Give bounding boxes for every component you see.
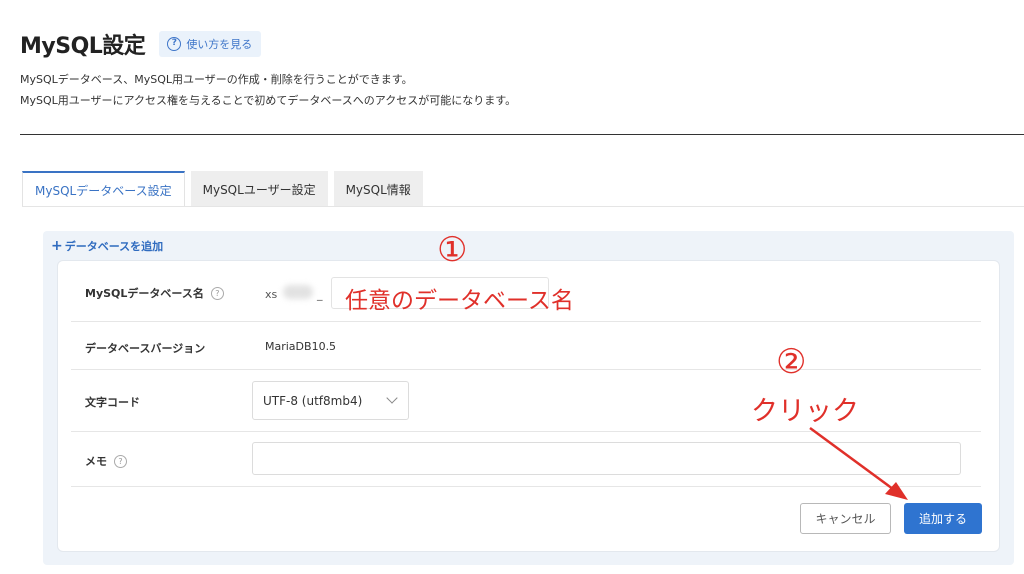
help-question-icon[interactable]: ?: [210, 286, 224, 300]
tab-mysql-database[interactable]: MySQLデータベース設定: [22, 171, 185, 207]
chevron-down-icon: [386, 392, 398, 404]
db-name-annotation: 任意のデータベース名: [345, 288, 574, 314]
annotation-click: クリック: [751, 396, 859, 427]
annotation-step-1: ①: [437, 230, 468, 270]
version-value: MariaDB10.5: [265, 340, 337, 353]
panel-title-label: データベースを追加: [64, 240, 164, 253]
help-link-label: 使い方を見る: [186, 38, 253, 51]
memo-label: メモ: [85, 455, 107, 468]
db-name-separator: _: [317, 288, 323, 301]
annotation-step-2: ②: [776, 342, 807, 382]
memo-input[interactable]: [252, 442, 961, 475]
panel-title[interactable]: + データベースを追加: [51, 238, 163, 254]
help-question-icon[interactable]: ?: [114, 454, 127, 468]
tab-mysql-user[interactable]: MySQLユーザー設定: [190, 171, 328, 207]
version-label: データベースバージョン: [85, 342, 206, 355]
cancel-button[interactable]: キャンセル: [800, 503, 891, 534]
question-circle-icon: ?: [167, 37, 182, 51]
db-name-prefix-blurred: [283, 285, 313, 299]
help-link[interactable]: ? 使い方を見る: [159, 31, 262, 57]
page-title: MySQL設定: [20, 34, 146, 59]
page-header: MySQL設定 ? 使い方を見る: [20, 28, 262, 60]
db-name-prefix: xs: [265, 288, 278, 301]
header-divider: [20, 134, 1024, 135]
charset-select-value: UTF-8 (utf8mb4): [263, 394, 363, 408]
charset-label: 文字コード: [85, 396, 140, 409]
description-line-2: MySQL用ユーザーにアクセス権を与えることで初めてデータベースへのアクセスが可…: [20, 94, 517, 107]
add-button[interactable]: 追加する: [904, 503, 982, 534]
db-name-label-wrap: MySQLデータベース名 ?: [85, 285, 224, 301]
add-database-panel: + データベースを追加 MySQLデータベース名 ? xs _ 任意のデータベー…: [43, 231, 1014, 565]
description-line-1: MySQLデータベース、MySQL用ユーザーの作成・削除を行うことができます。: [20, 73, 413, 86]
form-row-version: データベースバージョン MariaDB10.5: [71, 322, 981, 370]
tab-underline: [22, 206, 1024, 207]
tab-mysql-info[interactable]: MySQL情報: [333, 171, 423, 207]
tab-bar: MySQLデータベース設定 MySQLユーザー設定 MySQL情報: [22, 171, 429, 207]
form-row-db-name: MySQLデータベース名 ? xs _ 任意のデータベース名: [71, 261, 981, 322]
charset-select[interactable]: UTF-8 (utf8mb4): [252, 381, 409, 420]
db-name-label: MySQLデータベース名: [85, 287, 204, 300]
plus-icon: +: [51, 238, 63, 254]
memo-label-wrap: メモ ?: [85, 453, 127, 469]
